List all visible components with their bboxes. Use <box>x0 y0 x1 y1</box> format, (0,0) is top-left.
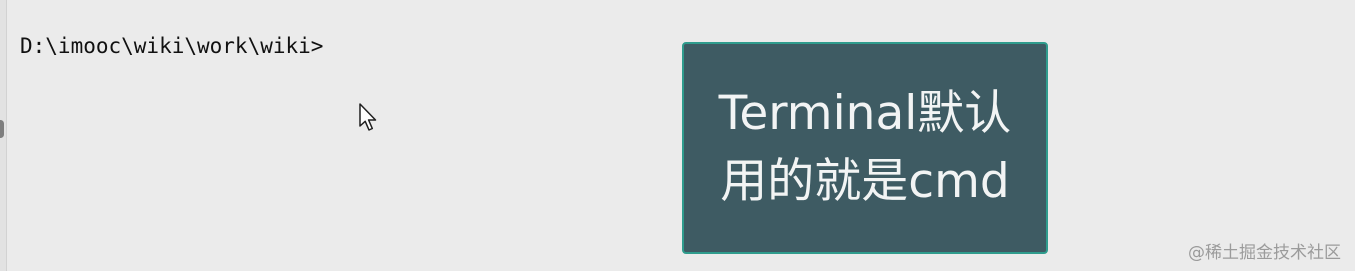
callout-line-1: Terminal默认 <box>718 86 1012 141</box>
left-panel-edge <box>0 0 7 271</box>
watermark-text: @稀土掘金技术社区 <box>1188 243 1341 263</box>
annotation-callout: Terminal默认 用的就是cmd <box>682 42 1048 254</box>
callout-line-2: 用的就是cmd <box>720 154 1010 209</box>
mouse-pointer-icon <box>359 103 377 131</box>
terminal-screen[interactable]: D:\imooc\wiki\work\wiki> Terminal默认 用的就是… <box>0 0 1355 271</box>
scrollbar-thumb[interactable] <box>0 120 4 138</box>
terminal-prompt[interactable]: D:\imooc\wiki\work\wiki> <box>20 32 323 60</box>
